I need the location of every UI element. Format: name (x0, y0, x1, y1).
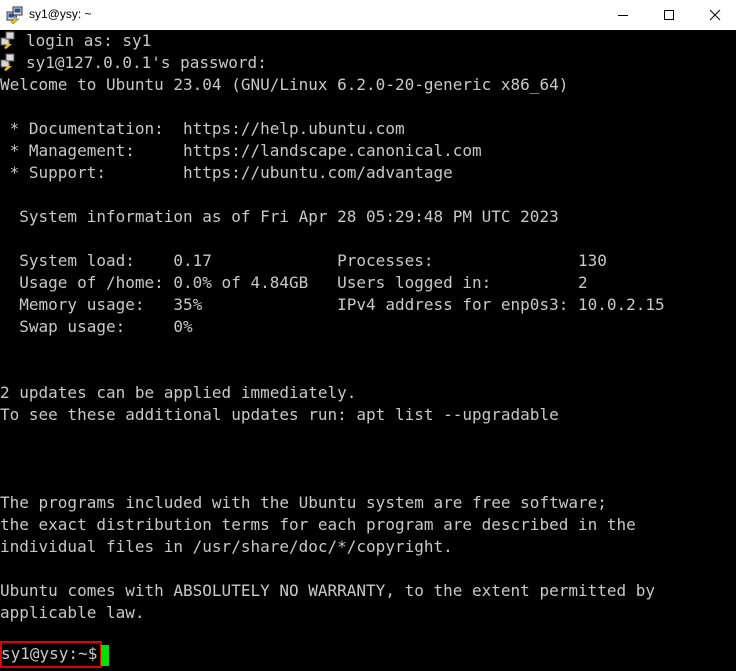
minimize-button[interactable] (600, 0, 646, 30)
minimize-icon (618, 15, 628, 16)
terminal-line: System load: 0.17 Processes: 130 (0, 251, 607, 270)
putty-icon (0, 31, 15, 49)
terminal-line: * Management: https://landscape.canonica… (0, 141, 482, 160)
putty-icon (6, 6, 23, 24)
putty-icon (0, 53, 15, 71)
terminal-line: individual files in /usr/share/doc/*/cop… (0, 537, 453, 556)
maximize-icon (664, 10, 674, 20)
terminal-line: sy1@127.0.0.1's password: (0, 52, 267, 74)
terminal-line: Memory usage: 35% IPv4 address for enp0s… (0, 295, 665, 314)
terminal-line: Usage of /home: 0.0% of 4.84GB Users log… (0, 273, 588, 292)
close-icon (709, 9, 721, 21)
close-button[interactable] (692, 0, 736, 30)
terminal-cursor[interactable] (101, 645, 109, 666)
terminal-line: The programs included with the Ubuntu sy… (0, 493, 607, 512)
putty-window: sy1@ysy: ~ login as: sy1 sy1@127.0.0.1's… (0, 0, 736, 671)
maximize-button[interactable] (646, 0, 692, 30)
terminal-line: Swap usage: 0% (0, 317, 193, 336)
terminal-line: Welcome to Ubuntu 23.04 (GNU/Linux 6.2.0… (0, 75, 569, 94)
terminal-area[interactable]: login as: sy1 sy1@127.0.0.1's password: … (0, 30, 736, 671)
terminal-line: System information as of Fri Apr 28 05:2… (0, 207, 559, 226)
terminal-line: * Support: https://ubuntu.com/advantage (0, 163, 453, 182)
title-bar[interactable]: sy1@ysy: ~ (0, 0, 736, 30)
terminal-line: the exact distribution terms for each pr… (0, 515, 636, 534)
terminal-line: 2 updates can be applied immediately. (0, 383, 357, 402)
shell-prompt: sy1@ysy:~$ (1, 644, 107, 663)
terminal-line: applicable law. (0, 603, 145, 622)
terminal-line: Ubuntu comes with ABSOLUTELY NO WARRANTY… (0, 581, 656, 600)
terminal-line: To see these additional updates run: apt… (0, 405, 559, 424)
terminal-line: * Documentation: https://help.ubuntu.com (0, 119, 405, 138)
terminal-line: login as: sy1 (0, 30, 151, 52)
window-title: sy1@ysy: ~ (29, 7, 92, 21)
